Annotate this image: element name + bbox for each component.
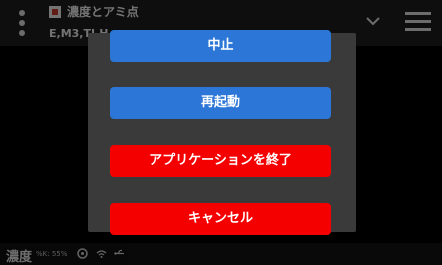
- chevron-down-icon[interactable]: [366, 14, 380, 28]
- wifi-icon: [96, 250, 107, 258]
- gauge-icon: [77, 248, 88, 259]
- status-bar: 濃度 %K: 55%: [0, 243, 442, 265]
- status-value: %K: 55%: [36, 250, 68, 258]
- hamburger-menu-icon[interactable]: [405, 10, 431, 32]
- kebab-menu-icon[interactable]: [13, 9, 31, 37]
- screen: 濃度とアミ点 E,M3,TI,H... 濃度 %K: 55% 中止 再起動 アプ…: [0, 0, 442, 265]
- quit-application-button[interactable]: アプリケーションを終了: [110, 145, 331, 177]
- cancel-button[interactable]: キャンセル: [110, 203, 331, 235]
- stop-button[interactable]: 中止: [110, 30, 331, 62]
- status-label: 濃度: [6, 250, 33, 265]
- app-title: 濃度とアミ点: [67, 5, 139, 19]
- restart-button[interactable]: 再起動: [110, 87, 331, 119]
- usb-icon: [114, 249, 124, 255]
- app-icon: [49, 6, 61, 18]
